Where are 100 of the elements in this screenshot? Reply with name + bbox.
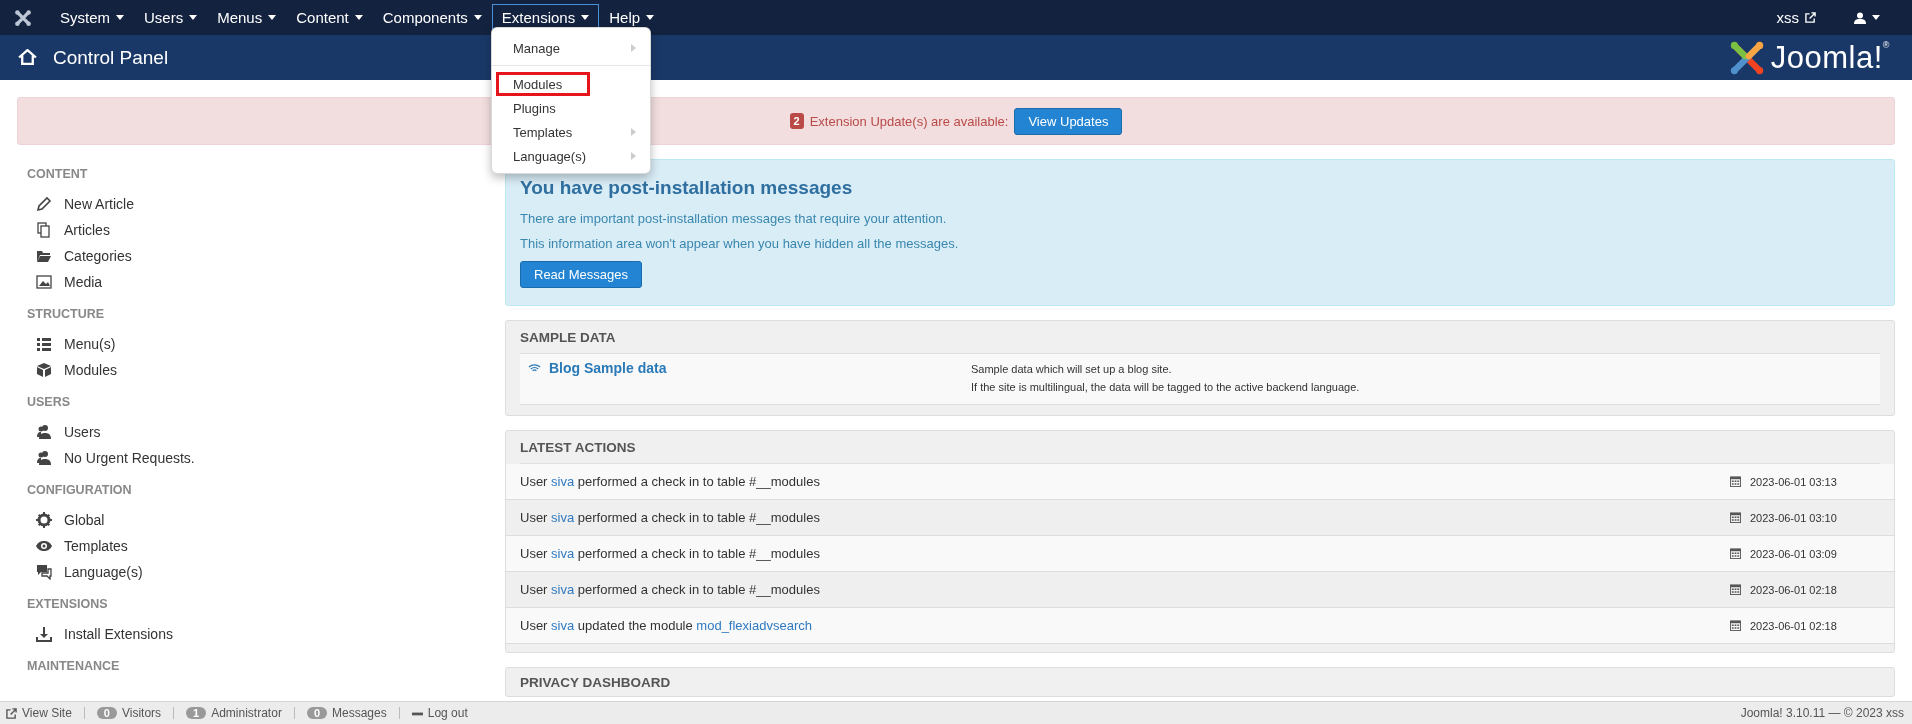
folder-icon [36,248,52,264]
action-link[interactable]: siva [551,582,575,597]
alert-text: Extension Update(s) are available: [809,113,1009,129]
view-updates-button[interactable]: View Updates [1014,107,1123,135]
caret-icon [473,15,482,20]
count-badge: 0 [306,707,327,719]
version-text: Joomla! 3.10.11 — © 2023 xss [1740,706,1904,720]
caret-icon [581,15,590,20]
description-text: Sample data which will set up a blog site. [971,362,1173,377]
info-text: There are important post-installation messages that require your attention. [520,211,948,226]
sidebar-item[interactable]: Users [27,419,493,445]
sidebar-item[interactable]: Articles [27,217,493,243]
calendar-icon [1730,512,1741,523]
site-link[interactable]: xss [1766,3,1826,32]
chat-bubbles-icon [36,564,52,580]
calendar-icon [1730,476,1741,487]
calendar-icon [1730,620,1741,631]
count-badge: 1 [186,707,207,719]
home-icon [18,49,37,66]
action-text: User siva updated the module mod_flexiadvsearch [520,618,813,633]
caret-icon [646,15,655,20]
pencil-icon [36,196,52,212]
action-link[interactable]: siva [551,510,575,525]
status-link[interactable]: Log out [411,706,468,720]
info-title: You have post-installation messages [520,177,854,199]
section-heading: USERS [27,395,72,409]
action-link[interactable]: siva [551,474,575,489]
sidebar-item[interactable]: Templates [27,533,493,559]
gear-icon [36,512,52,528]
caret-icon [1872,15,1880,20]
section-heading: STRUCTURE [27,307,106,321]
status-link[interactable]: View Site [6,706,72,720]
sidebar-item[interactable]: Global [27,507,493,533]
caret-icon [268,15,277,20]
section-heading: CONTENT [27,167,89,181]
section-heading: MAINTENANCE [27,659,121,673]
submenu-arrow-icon [631,152,636,160]
status-link[interactable]: 0 Visitors [96,706,162,720]
sidebar-item[interactable]: Modules [27,357,493,383]
action-date: 2023-06-01 03:13 [1750,475,1837,488]
action-date: 2023-06-01 03:09 [1750,547,1837,560]
action-date: 2023-06-01 02:18 [1750,583,1837,596]
list-icon [36,336,52,352]
caret-icon [354,15,363,20]
action-link[interactable]: siva [551,546,575,561]
external-link-icon [6,707,17,719]
logo-wordmark: Joomla!$^{®}$ [1770,39,1890,76]
caret-icon [189,15,198,20]
menu-item[interactable]: Manage [492,33,650,66]
action-date: 2023-06-01 02:18 [1750,619,1837,632]
action-date: 2023-06-01 03:10 [1750,511,1837,524]
users-icon [36,424,52,440]
menu-tab[interactable]: Help [599,3,665,32]
page-title: Control Panel [53,46,169,69]
status-link[interactable]: 1 Administrator [186,706,282,720]
calendar-icon [1730,548,1741,559]
sample-data-link[interactable]: Blog Sample data [528,360,971,376]
menu-item[interactable]: Plugins [496,96,646,120]
copy-icon [36,222,52,238]
action-link[interactable]: siva [551,618,575,633]
menu-tab[interactable]: Components [372,3,492,32]
menu-tab[interactable]: Users [134,3,208,32]
section-heading: EXTENSIONS [27,597,109,611]
sidebar-item[interactable]: New Article [27,191,493,217]
read-messages-button[interactable]: Read Messages [520,261,642,288]
sidebar-item[interactable]: Install Extensions [27,621,493,647]
menu-tab[interactable]: System [50,3,134,32]
download-icon [36,626,52,642]
users-icon [36,450,52,466]
menu-tab[interactable]: Menus [207,3,287,32]
info-text: This information area won't appear when you have hidden all the messages. [520,236,960,251]
action-text: User siva performed a check in to table #__modules [520,582,821,597]
image-icon [36,274,52,290]
sidebar-item[interactable]: Menu(s) [27,331,493,357]
sidebar-item[interactable]: Categories [27,243,493,269]
menu-item[interactable]: Language(s) [496,144,646,168]
submenu-arrow-icon [631,44,636,52]
panel-title: PRIVACY DASHBOARD [520,673,672,692]
cube-icon [36,362,52,378]
wifi-icon [528,363,541,373]
description-text: If the site is multilingual, the data will be tagged to the active backend language. [971,380,1360,395]
eye-icon [36,538,52,554]
user-icon [1854,11,1866,24]
count-badge: 0 [96,707,117,719]
sidebar-item[interactable]: Language(s) [27,559,493,585]
action-link[interactable]: mod_flexiadvsearch [696,618,812,633]
caret-icon [116,15,124,20]
external-link-icon [1805,12,1816,23]
action-text: User siva performed a check in to table #__modules [520,546,821,561]
submenu-arrow-icon [631,128,636,136]
menu-item[interactable]: Modules [496,72,590,96]
status-link[interactable]: 0 Messages [306,706,387,720]
menu-item[interactable]: Templates [496,120,646,144]
menu-tab[interactable]: Content [286,3,373,32]
count-badge: 2 [789,113,804,129]
action-text: User siva performed a check in to table #__modules [520,474,821,489]
sidebar-item[interactable]: Media [27,269,493,295]
section-heading: CONFIGURATION [27,483,133,497]
calendar-icon [1730,584,1741,595]
sidebar-item[interactable]: No Urgent Requests. [27,445,493,471]
